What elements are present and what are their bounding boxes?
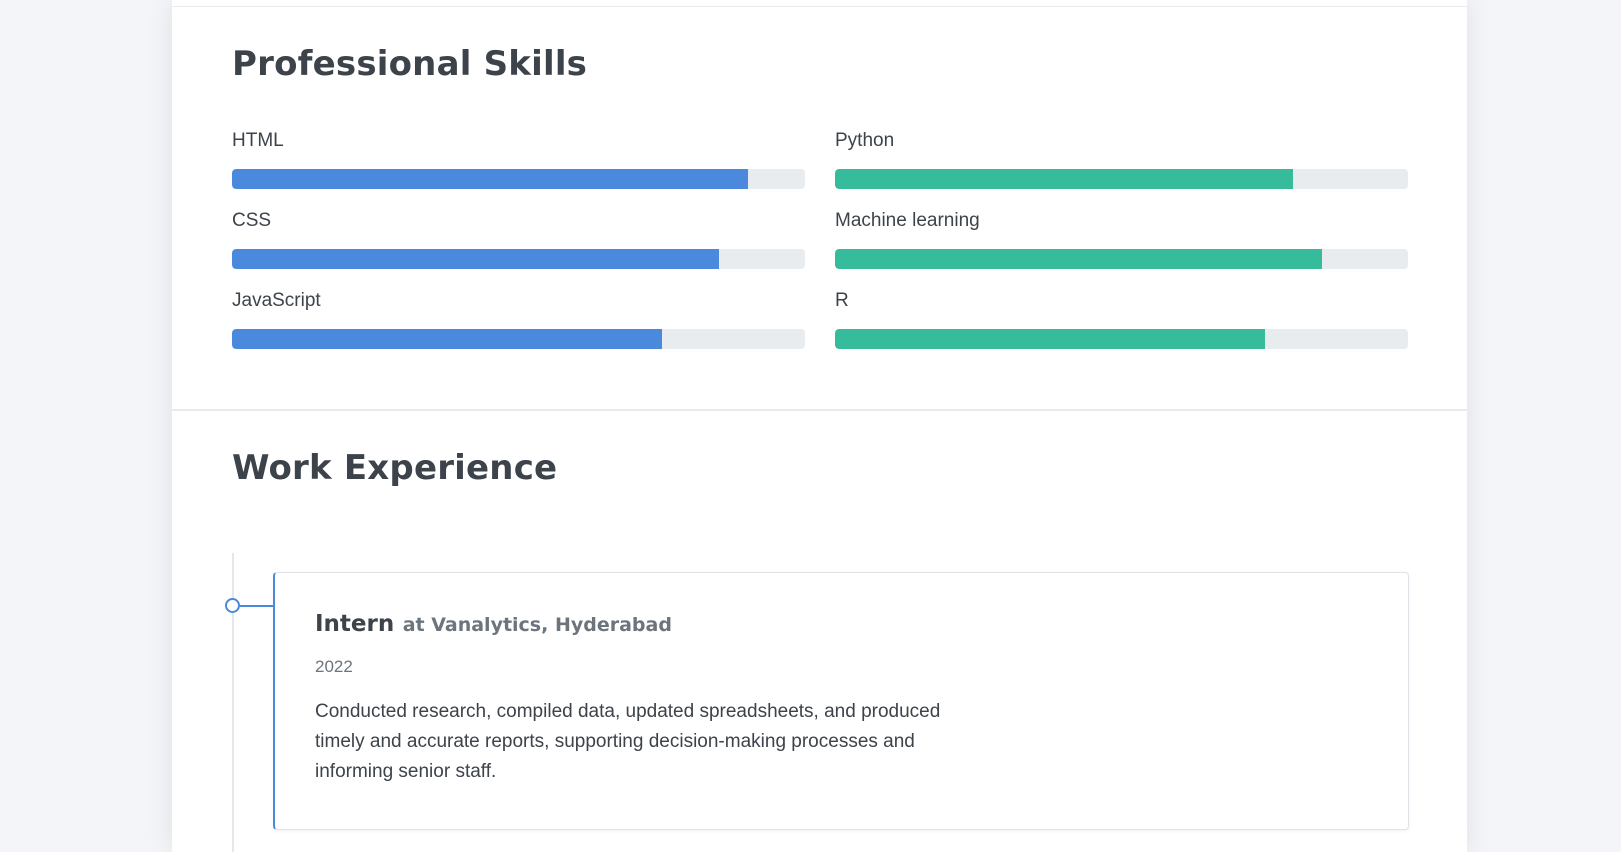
skill-name: Machine learning <box>835 210 980 231</box>
skill-name: HTML <box>232 130 284 151</box>
skill-name: Python <box>835 130 895 151</box>
skill-progress-bar <box>835 329 1408 349</box>
top-divider <box>172 6 1467 7</box>
skill-item: Machine learning <box>835 210 1408 270</box>
job-title: Intern <box>315 611 395 637</box>
section-divider <box>172 409 1467 411</box>
timeline-dot-icon <box>225 598 240 613</box>
skill-name: R <box>835 290 849 311</box>
skill-progress-fill <box>232 169 748 189</box>
skill-progress-fill <box>835 329 1265 349</box>
job-header: Intern at Vanalytics, Hyderabad <box>315 611 672 637</box>
work-section-title: Work Experience <box>232 448 558 488</box>
skill-name: CSS <box>232 210 272 231</box>
skill-item: CSS <box>232 210 805 270</box>
job-company: at Vanalytics, Hyderabad <box>402 614 672 636</box>
skill-item: Python <box>835 130 1408 190</box>
skill-item: JavaScript <box>232 290 805 350</box>
skill-progress-bar <box>835 169 1408 189</box>
skill-progress-bar <box>232 169 805 189</box>
skill-item: R <box>835 290 1408 350</box>
skill-progress-bar <box>232 249 805 269</box>
skill-progress-bar <box>232 329 805 349</box>
timeline-connector <box>240 605 273 607</box>
skill-progress-bar <box>835 249 1408 269</box>
skill-item: HTML <box>232 130 805 190</box>
job-description: Conducted research, compiled data, updat… <box>315 701 941 782</box>
job-card: Intern at Vanalytics, Hyderabad 2022 Con… <box>273 572 1409 830</box>
skill-progress-fill <box>835 169 1294 189</box>
skills-section-title: Professional Skills <box>232 44 588 84</box>
job-year: 2022 <box>315 657 353 676</box>
skill-name: JavaScript <box>232 290 321 311</box>
skill-progress-fill <box>232 329 662 349</box>
skill-progress-fill <box>835 249 1323 269</box>
resume-page: Professional Skills HTML CSS JavaScript Py… <box>172 0 1467 852</box>
skill-progress-fill <box>232 249 720 269</box>
